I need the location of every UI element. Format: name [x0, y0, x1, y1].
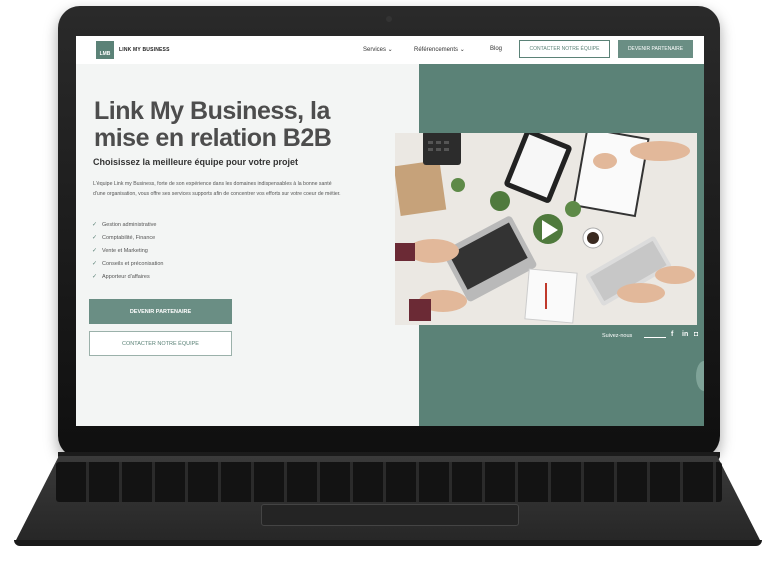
contact-team-button[interactable]: CONTACTER NOTRE ÉQUIPE — [89, 331, 232, 356]
follow-divider — [644, 337, 666, 338]
linkedin-icon[interactable]: in — [682, 331, 688, 338]
header-partner-button[interactable]: DEVENIR PARTENAIRE — [618, 40, 693, 58]
website-screen: LMB LINK MY BUSINESS Services ⌄ Référenc… — [76, 36, 704, 426]
site-header: LMB LINK MY BUSINESS Services ⌄ Référenc… — [76, 36, 704, 64]
hero-title: Link My Business, la mise en relation B2… — [94, 97, 332, 152]
feature-item: ✓ Apporteur d'affaires — [92, 270, 163, 283]
hero-video[interactable] — [395, 133, 697, 325]
check-icon: ✓ — [92, 248, 98, 254]
header-contact-button[interactable]: CONTACTER NOTRE ÉQUIPE — [519, 40, 610, 58]
follow-us-label: Suivez-nous — [602, 333, 633, 339]
feature-item: ✓ Gestion administrative — [92, 218, 163, 231]
nav-services[interactable]: Services ⌄ — [363, 46, 393, 53]
trackpad — [261, 504, 519, 526]
check-icon: ✓ — [92, 274, 98, 280]
feature-label: Gestion administrative — [102, 221, 157, 228]
feature-label: Conseils et préconisation — [102, 260, 164, 267]
check-icon: ✓ — [92, 222, 98, 228]
feature-item: ✓ Conseils et préconisation — [92, 257, 163, 270]
feature-item: ✓ Comptabilité, Finance — [92, 231, 163, 244]
nav-blog[interactable]: Blog — [490, 46, 502, 52]
feature-label: Vente et Marketing — [102, 247, 148, 254]
hero-subtitle: Choisissez la meilleure équipe pour votr… — [93, 157, 299, 167]
feature-item: ✓ Vente et Marketing — [92, 244, 163, 257]
keyboard-keys — [56, 462, 722, 502]
become-partner-button[interactable]: DEVENIR PARTENAIRE — [89, 299, 232, 324]
instagram-icon[interactable]: ◘ — [694, 331, 698, 338]
keyboard-edge — [14, 540, 762, 546]
facebook-icon[interactable]: f — [671, 331, 673, 338]
feature-label: Apporteur d'affaires — [102, 273, 150, 280]
brand-name[interactable]: LINK MY BUSINESS — [119, 47, 170, 53]
check-icon: ✓ — [92, 261, 98, 267]
check-icon: ✓ — [92, 235, 98, 241]
feature-label: Comptabilité, Finance — [102, 234, 156, 241]
hero-description: L'équipe Link my Business, forte de son … — [93, 181, 341, 197]
nav-referencements[interactable]: Référencements ⌄ — [414, 46, 465, 53]
play-icon[interactable] — [542, 220, 558, 240]
camera — [386, 16, 392, 22]
feature-list: ✓ Gestion administrative ✓ Comptabilité, F… — [92, 218, 163, 283]
logo-icon[interactable]: LMB — [96, 41, 114, 59]
